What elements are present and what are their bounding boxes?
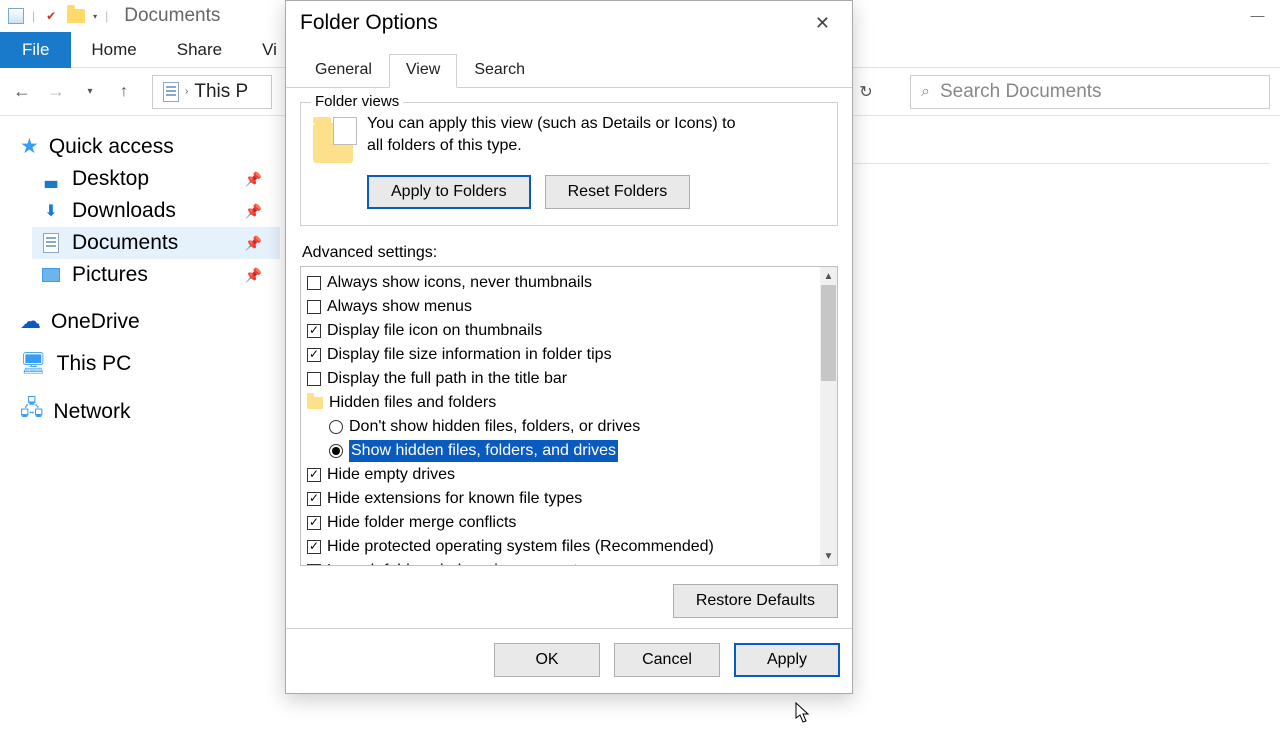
qat-check-icon[interactable]: ✔ (43, 8, 59, 24)
option-hide-merge[interactable]: Hide folder merge conflicts (303, 511, 837, 535)
tab-general[interactable]: General (298, 54, 389, 88)
file-tab[interactable]: File (0, 32, 71, 68)
radio-icon[interactable] (329, 444, 343, 458)
sidebar-item-downloads[interactable]: ⬇ Downloads 📌 (32, 195, 280, 227)
window-title: Documents (124, 5, 220, 27)
folder-icon (67, 9, 85, 23)
refresh-button[interactable]: ↻ (852, 78, 880, 106)
history-dropdown[interactable]: ▾ (78, 80, 102, 104)
option-hidden-group: Hidden files and folders (303, 391, 837, 415)
pictures-icon (40, 266, 62, 284)
scroll-up-icon[interactable]: ▲ (820, 267, 837, 285)
tab-search[interactable]: Search (457, 54, 542, 88)
dialog-title: Folder Options (300, 11, 438, 35)
advanced-settings-label: Advanced settings: (302, 244, 838, 262)
option-always-icons[interactable]: Always show icons, never thumbnails (303, 271, 837, 295)
option-launch-separate[interactable]: Launch folder windows in a separate proc… (303, 559, 837, 566)
option-hide-protected[interactable]: Hide protected operating system files (R… (303, 535, 837, 559)
scroll-thumb[interactable] (821, 285, 836, 381)
desktop-icon: ▃ (40, 170, 62, 188)
option-always-menus[interactable]: Always show menus (303, 295, 837, 319)
tab-view[interactable]: View (389, 54, 457, 88)
ribbon-tab-home[interactable]: Home (71, 32, 156, 68)
minimize-button[interactable]: — (1235, 0, 1280, 30)
cancel-button[interactable]: Cancel (614, 643, 720, 677)
sidebar-item-thispc[interactable]: 🖥 This PC (12, 348, 280, 380)
pc-icon: 🖥 (20, 352, 47, 376)
search-placeholder: Search Documents (940, 81, 1102, 103)
search-icon: ⌕ (921, 83, 930, 101)
ok-button[interactable]: OK (494, 643, 600, 677)
sidebar-item-documents[interactable]: Documents 📌 (32, 227, 280, 259)
option-full-path[interactable]: Display the full path in the title bar (303, 367, 837, 391)
checkbox-icon[interactable] (307, 540, 321, 554)
address-bar[interactable]: › This P (152, 75, 272, 109)
documents-icon (40, 234, 62, 252)
folder-icon (307, 397, 323, 409)
checkbox-icon[interactable] (307, 372, 321, 386)
sidebar-item-pictures[interactable]: Pictures 📌 (32, 259, 280, 291)
ribbon-tab-share[interactable]: Share (157, 32, 242, 68)
apply-to-folders-button[interactable]: Apply to Folders (367, 175, 531, 209)
sidebar-item-network[interactable]: 🖧 Network (12, 390, 280, 433)
checkbox-icon[interactable] (307, 492, 321, 506)
scroll-down-icon[interactable]: ▼ (820, 547, 837, 565)
cloud-icon: ☁ (20, 309, 41, 334)
option-hide-ext[interactable]: Hide extensions for known file types (303, 487, 837, 511)
download-icon: ⬇ (40, 202, 62, 220)
qat-dropdown-icon[interactable]: ▾ (93, 12, 97, 21)
checkbox-icon[interactable] (307, 468, 321, 482)
checkbox-icon[interactable] (307, 276, 321, 290)
restore-defaults-button[interactable]: Restore Defaults (673, 584, 838, 618)
option-hidden-dont-show[interactable]: Don't show hidden files, folders, or dri… (303, 415, 837, 439)
dialog-titlebar: Folder Options ✕ (286, 1, 852, 45)
up-button[interactable]: ↑ (112, 80, 136, 104)
sidebar-item-onedrive[interactable]: ☁ OneDrive (12, 305, 280, 338)
pin-icon: 📌 (245, 235, 262, 252)
dialog-tabs: General View Search (286, 53, 852, 88)
pin-icon: 📌 (245, 171, 262, 188)
dialog-footer: OK Cancel Apply (286, 628, 852, 693)
folder-options-dialog: Folder Options ✕ General View Search Fol… (285, 0, 853, 694)
back-button[interactable]: ← (10, 80, 34, 104)
checkbox-icon[interactable] (307, 324, 321, 338)
breadcrumb-icon (163, 82, 179, 102)
pin-icon: 📌 (245, 267, 262, 284)
breadcrumb-text: This P (194, 81, 248, 103)
checkbox-icon[interactable] (307, 348, 321, 362)
search-box[interactable]: ⌕ Search Documents (910, 75, 1270, 109)
folder-views-description: You can apply this view (such as Details… (367, 113, 737, 156)
radio-icon[interactable] (329, 420, 343, 434)
reset-folders-button[interactable]: Reset Folders (545, 175, 691, 209)
scrollbar[interactable]: ▲ ▼ (820, 267, 837, 565)
sidebar-item-desktop[interactable]: ▃ Desktop 📌 (32, 163, 280, 195)
group-legend: Folder views (311, 93, 403, 110)
quick-access-heading[interactable]: ★ Quick access (12, 130, 280, 163)
pin-icon: 📌 (245, 203, 262, 220)
checkbox-icon[interactable] (307, 564, 321, 566)
star-icon: ★ (20, 134, 39, 159)
checkbox-icon[interactable] (307, 300, 321, 314)
advanced-settings-list[interactable]: Always show icons, never thumbnails Alwa… (300, 266, 838, 566)
folder-views-group: Folder views You can apply this view (su… (300, 102, 838, 226)
option-hidden-show[interactable]: Show hidden files, folders, and drives (303, 439, 837, 463)
sidebar: ★ Quick access ▃ Desktop 📌 ⬇ Downloads 📌… (0, 116, 280, 720)
forward-button[interactable]: → (44, 80, 68, 104)
network-icon: 🖧 (20, 394, 43, 429)
close-button[interactable]: ✕ (807, 9, 838, 38)
option-hide-empty[interactable]: Hide empty drives (303, 463, 837, 487)
app-icon (8, 8, 24, 24)
apply-button[interactable]: Apply (734, 643, 840, 677)
folder-thumb-icon (313, 123, 353, 163)
option-file-icon-thumb[interactable]: Display file icon on thumbnails (303, 319, 837, 343)
checkbox-icon[interactable] (307, 516, 321, 530)
option-file-size-tips[interactable]: Display file size information in folder … (303, 343, 837, 367)
